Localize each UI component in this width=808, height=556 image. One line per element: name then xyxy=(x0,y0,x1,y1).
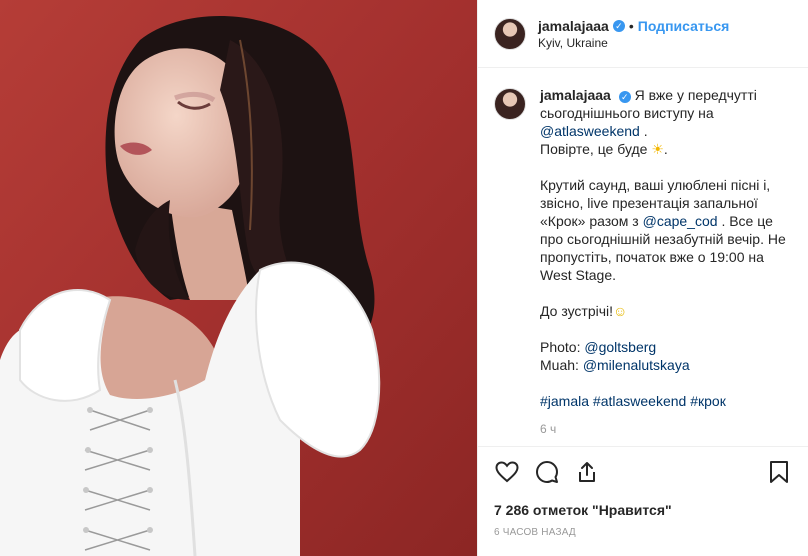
share-icon xyxy=(579,462,595,482)
caption-username[interactable]: jamalajaaa xyxy=(540,87,611,103)
likes-count[interactable]: 7 286 отметок "Нравится" xyxy=(494,501,792,519)
header-separator: • xyxy=(628,17,634,34)
bookmark-icon xyxy=(770,461,788,483)
post-actions: 7 286 отметок "Нравится" 6 часов назад xyxy=(478,446,808,556)
post-timestamp[interactable]: 6 часов назад xyxy=(494,527,792,538)
portrait-illustration xyxy=(0,0,477,556)
caption-text: jamalajaaa ✓ Я вже у передчутті сьогодні… xyxy=(540,86,790,438)
muah-credit-label: Muah: xyxy=(540,357,579,373)
like-button[interactable] xyxy=(494,459,520,485)
caption-hashtags: #jamala #atlasweekend #крок xyxy=(540,392,790,410)
share-button[interactable] xyxy=(574,459,600,485)
comment-icon xyxy=(536,461,558,483)
caption-paragraph-2: Крутий саунд, ваші улюблені пісні і, зві… xyxy=(540,176,790,284)
location-link[interactable]: Kyiv, Ukraine xyxy=(538,35,729,51)
caption-period: . xyxy=(643,123,648,139)
mention-atlasweekend[interactable]: @atlasweekend xyxy=(540,123,640,139)
sun-emoji-icon: ☀ xyxy=(651,141,664,157)
post-photo[interactable] xyxy=(0,0,477,556)
save-button[interactable] xyxy=(766,459,792,485)
caption-period-2: . xyxy=(663,141,668,157)
action-icons xyxy=(494,459,792,485)
post-details-panel: jamalajaaa ✓ • Подписаться Kyiv, Ukraine… xyxy=(477,0,808,556)
caption-area: jamalajaaa ✓ Я вже у передчутті сьогодні… xyxy=(478,68,808,446)
caption-paragraph-3: До зустрічі!☺ xyxy=(540,302,790,320)
header-username[interactable]: jamalajaaa xyxy=(538,17,609,35)
instagram-post: jamalajaaa ✓ • Подписаться Kyiv, Ukraine… xyxy=(0,0,808,556)
caption-comment: jamalajaaa ✓ Я вже у передчутті сьогодні… xyxy=(494,86,792,438)
verified-badge-icon: ✓ xyxy=(612,19,625,32)
avatar[interactable] xyxy=(494,17,526,50)
follow-button[interactable]: Подписаться xyxy=(638,17,730,35)
photo-credit-label: Photo: xyxy=(540,339,581,355)
hashtag-jamala[interactable]: #jamala xyxy=(540,393,589,409)
verified-badge-icon: ✓ xyxy=(618,91,631,103)
mention-goltsberg[interactable]: @goltsberg xyxy=(584,339,656,355)
caption-line-2: Повірте, це буде xyxy=(540,141,648,157)
smile-emoji-icon: ☺ xyxy=(613,303,628,319)
header-text: jamalajaaa ✓ • Подписаться Kyiv, Ukraine xyxy=(538,17,729,51)
avatar[interactable] xyxy=(494,88,526,120)
comment-button[interactable] xyxy=(534,459,560,485)
caption-credits: Photo: @goltsberg Muah: @milenalutskaya xyxy=(540,338,790,374)
hashtag-atlasweekend[interactable]: #atlasweekend xyxy=(593,393,686,409)
heart-icon xyxy=(495,461,519,483)
caption-paragraph-1: jamalajaaa ✓ Я вже у передчутті сьогодні… xyxy=(540,86,790,158)
mention-milenalutskaya[interactable]: @milenalutskaya xyxy=(583,357,690,373)
caption-timestamp: 6 ч xyxy=(540,422,557,436)
caption-para3-text: До зустрічі! xyxy=(540,303,614,319)
mention-cape-cod[interactable]: @cape_cod xyxy=(643,213,718,229)
header-user-line: jamalajaaa ✓ • Подписаться xyxy=(538,17,729,35)
post-header: jamalajaaa ✓ • Подписаться Kyiv, Ukraine xyxy=(478,0,808,68)
hashtag-krok[interactable]: #крок xyxy=(690,393,726,409)
